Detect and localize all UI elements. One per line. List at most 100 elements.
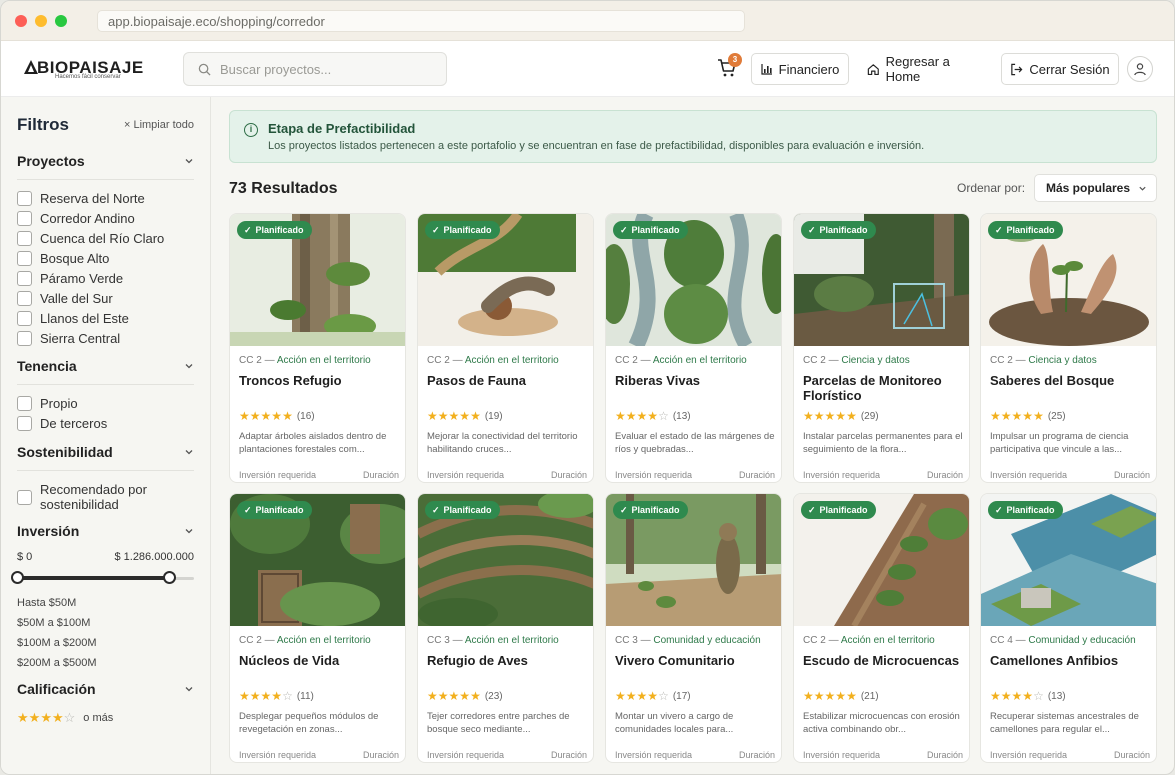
checkbox[interactable] (17, 250, 32, 266)
investment-label: Inversión requerida (239, 470, 317, 480)
sostenibilidad-section-toggle[interactable]: Sostenibilidad (17, 444, 194, 471)
sort-select[interactable]: Más populares (1034, 174, 1157, 202)
card-title[interactable]: Troncos Refugio (239, 373, 404, 388)
project-card[interactable]: ✓ Planificado CC 2 — Ciencia y datos Parcel… (793, 213, 970, 483)
checkbox[interactable] (17, 190, 32, 206)
card-rating: ★★★★☆ (13) (615, 410, 691, 423)
separator: — (828, 635, 841, 646)
status-badge: ✓ Planificado (237, 221, 312, 239)
logout-button[interactable]: Cerrar Sesión (1001, 53, 1119, 85)
checkbox[interactable] (17, 395, 32, 411)
sostenibilidad-option[interactable]: Recomendado por sostenibilidad (17, 481, 194, 513)
slider-min-handle[interactable] (11, 571, 24, 584)
calificacion-section-toggle[interactable]: Calificación (17, 681, 194, 697)
inversion-slider[interactable] (11, 571, 194, 585)
clear-filters-button[interactable]: × Limpiar todo (124, 119, 194, 131)
card-category: Acción en el territorio (652, 355, 747, 366)
main-content: i Etapa de Prefactibilidad Los proyectos… (229, 97, 1159, 774)
investment-label: Inversión requerida (990, 470, 1068, 480)
close-window-icon[interactable] (15, 14, 27, 27)
project-card[interactable]: ✓ Planificado CC 4 — Comunidad y educación… (980, 493, 1157, 763)
checkbox[interactable] (17, 415, 32, 431)
sostenibilidad-section: Sostenibilidad Recomendado por sostenibi… (17, 444, 194, 513)
minimize-window-icon[interactable] (35, 14, 47, 27)
card-footer: Inversión requerida Duración (990, 470, 1150, 480)
card-meta: CC 4 — Comunidad y educación (990, 635, 1136, 646)
logo[interactable]: BIOPAISAJE Hacemos fácil conservar (21, 53, 151, 85)
investment-label: Inversión requerida (239, 750, 317, 760)
sostenibilidad-option-label: Recomendado por sostenibilidad (40, 482, 147, 512)
filter-option[interactable]: Corredor Andino (17, 208, 194, 228)
filter-option[interactable]: Cuenca del Río Claro (17, 228, 194, 248)
status-badge: ✓ Planificado (613, 501, 688, 519)
proyectos-section-toggle[interactable]: Proyectos (17, 153, 194, 180)
card-rating: ★★★★☆ (11) (239, 690, 314, 703)
checkbox[interactable] (17, 210, 32, 226)
card-title[interactable]: Refugio de Aves (427, 653, 592, 668)
alert-title: Etapa de Prefactibilidad (268, 121, 416, 136)
project-card[interactable]: ✓ Planificado CC 3 — Acción en el territor… (417, 493, 594, 763)
tenencia-section-toggle[interactable]: Tenencia (17, 358, 194, 385)
rating-filter-option[interactable]: ★★★★☆ o más (17, 711, 194, 725)
card-title[interactable]: Núcleos de Vida (239, 653, 404, 668)
card-title[interactable]: Camellones Anfibios (990, 653, 1155, 668)
checkbox[interactable] (17, 230, 32, 246)
inversion-range-values: $ 0 $ 1.286.000.000 (17, 551, 194, 563)
user-icon (1134, 63, 1146, 76)
filter-option[interactable]: Valle del Sur (17, 288, 194, 308)
card-title[interactable]: Pasos de Fauna (427, 373, 592, 388)
maximize-window-icon[interactable] (55, 14, 67, 27)
search-input[interactable]: Buscar proyectos... (183, 52, 447, 86)
card-title[interactable]: Riberas Vivas (615, 373, 780, 388)
filter-option-label: Llanos del Este (40, 310, 129, 326)
star-icon: ★ (835, 409, 847, 423)
filter-option[interactable]: De terceros (17, 413, 194, 433)
card-title[interactable]: Saberes del Bosque (990, 373, 1155, 388)
inversion-options: Hasta $50M $50M a $100M $100M a $200M $200M… (17, 597, 194, 677)
user-avatar-button[interactable] (1127, 56, 1153, 82)
card-rating: ★★★★☆ (17) (615, 690, 691, 703)
filter-option[interactable]: Propio (17, 393, 194, 413)
card-title[interactable]: Vivero Comunitario (615, 653, 780, 668)
separator: — (640, 355, 653, 366)
star-icon: ★ (636, 689, 648, 703)
project-card[interactable]: ✓ Planificado CC 2 — Acción en el territor… (605, 213, 782, 483)
financiero-button[interactable]: Financiero (751, 53, 849, 85)
checkbox[interactable] (17, 270, 32, 286)
inversion-option[interactable]: $200M a $500M (17, 657, 194, 677)
project-card[interactable]: ✓ Planificado CC 2 — Acción en el territor… (417, 213, 594, 483)
rating-stars: ★★★★★ (803, 410, 857, 423)
filter-option[interactable]: Llanos del Este (17, 308, 194, 328)
project-card[interactable]: ✓ Planificado CC 2 — Acción en el territor… (229, 213, 406, 483)
inversion-option[interactable]: $100M a $200M (17, 637, 194, 657)
star-icon: ★ (846, 689, 857, 703)
checkbox[interactable] (17, 290, 32, 306)
card-title[interactable]: Escudo de Microcuencas (803, 653, 968, 668)
project-card[interactable]: ✓ Planificado CC 2 — Acción en el territor… (229, 493, 406, 763)
separator: — (640, 635, 654, 646)
project-card[interactable]: ✓ Planificado CC 3 — Comunidad y educación… (605, 493, 782, 763)
filter-option[interactable]: Reserva del Norte (17, 188, 194, 208)
filter-option[interactable]: Sierra Central (17, 328, 194, 348)
address-bar[interactable]: app.biopaisaje.eco/shopping/corredor (97, 9, 745, 32)
filter-option[interactable]: Bosque Alto (17, 248, 194, 268)
inversion-option[interactable]: Hasta $50M (17, 597, 194, 617)
slider-max-handle[interactable] (163, 571, 176, 584)
checkbox[interactable] (17, 310, 32, 326)
checkbox[interactable] (17, 489, 32, 505)
filter-option-label: Valle del Sur (40, 290, 113, 306)
project-card[interactable]: ✓ Planificado CC 2 — Ciencia y datos Sabere… (980, 213, 1157, 483)
inversion-section-toggle[interactable]: Inversión (17, 523, 194, 539)
project-card[interactable]: ✓ Planificado CC 2 — Acción en el territor… (793, 493, 970, 763)
check-icon: ✓ (244, 504, 252, 515)
star-icon: ☆ (1033, 689, 1044, 703)
home-button[interactable]: Regresar a Home (867, 53, 985, 85)
checkbox[interactable] (17, 330, 32, 346)
star-icon: ★ (835, 689, 847, 703)
card-title[interactable]: Parcelas de Monitoreo Florístico (803, 373, 968, 403)
star-icon: ★ (459, 409, 471, 423)
card-rating: ★★★★★ (29) (803, 410, 879, 423)
filter-option[interactable]: Páramo Verde (17, 268, 194, 288)
chevron-down-icon (185, 450, 193, 455)
inversion-option[interactable]: $50M a $100M (17, 617, 194, 637)
